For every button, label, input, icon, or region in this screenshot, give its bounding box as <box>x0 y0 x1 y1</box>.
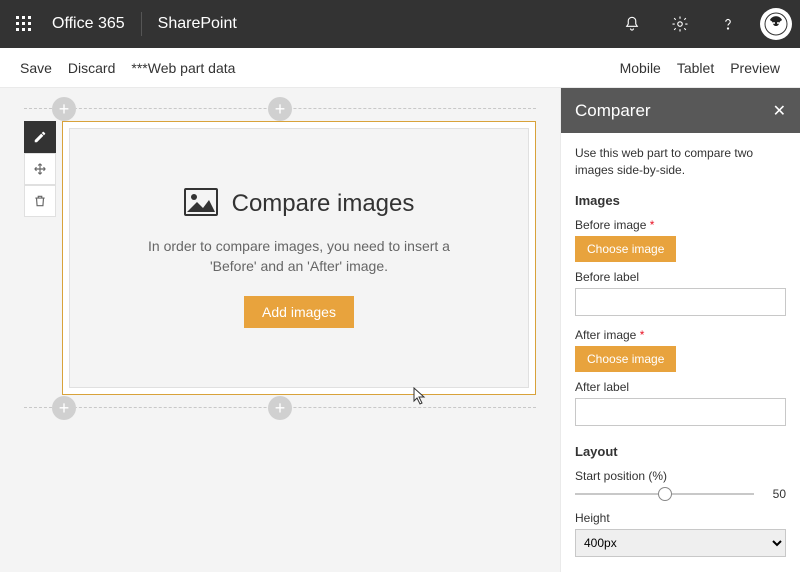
webpart-description: In order to compare images, you need to … <box>139 237 459 276</box>
choose-after-image-button[interactable]: Choose image <box>575 346 676 372</box>
group-layout: Layout <box>575 444 786 459</box>
add-section-icon[interactable]: + <box>52 97 76 121</box>
editor-canvas: + + <box>0 88 560 572</box>
help-icon[interactable] <box>704 0 752 48</box>
tablet-button[interactable]: Tablet <box>677 60 714 76</box>
start-position-slider[interactable] <box>575 493 754 495</box>
webpart-toolbar <box>24 121 56 395</box>
close-panel-icon[interactable]: ✕ <box>773 101 786 121</box>
move-webpart-icon[interactable] <box>24 153 56 185</box>
settings-icon[interactable] <box>656 0 704 48</box>
edit-webpart-icon[interactable] <box>24 121 56 153</box>
start-position-value: 50 <box>762 487 786 501</box>
command-bar: Save Discard ***Web part data Mobile Tab… <box>0 48 800 88</box>
add-section-bottom-icon[interactable]: + <box>52 396 76 420</box>
discard-button[interactable]: Discard <box>68 60 115 76</box>
suite-product: Office 365 <box>48 15 141 33</box>
suite-app-name: SharePoint <box>142 15 253 33</box>
comparer-webpart[interactable]: Compare images In order to compare image… <box>62 121 536 395</box>
after-label-label: After label <box>575 380 786 394</box>
panel-title: Comparer <box>575 101 651 121</box>
add-webpart-bottom-icon[interactable]: + <box>268 396 292 420</box>
before-image-label: Before image * <box>575 218 786 232</box>
add-images-button[interactable]: Add images <box>244 296 354 328</box>
image-placeholder-icon <box>184 188 218 221</box>
user-avatar[interactable] <box>760 8 792 40</box>
start-position-label: Start position (%) <box>575 469 786 483</box>
after-label-input[interactable] <box>575 398 786 426</box>
height-select[interactable]: 400px <box>575 529 786 557</box>
webpart-title: Compare images <box>232 190 415 218</box>
save-button[interactable]: Save <box>20 60 52 76</box>
add-webpart-top-icon[interactable]: + <box>268 97 292 121</box>
app-launcher-icon[interactable] <box>0 0 48 48</box>
before-label-label: Before label <box>575 270 786 284</box>
group-images: Images <box>575 193 786 208</box>
suite-bar: Office 365 SharePoint <box>0 0 800 48</box>
preview-button[interactable]: Preview <box>730 60 780 76</box>
panel-header: Comparer ✕ <box>561 88 800 133</box>
webpart-data-button[interactable]: ***Web part data <box>131 60 235 76</box>
delete-webpart-icon[interactable] <box>24 185 56 217</box>
property-panel: Comparer ✕ Use this web part to compare … <box>560 88 800 572</box>
choose-before-image-button[interactable]: Choose image <box>575 236 676 262</box>
panel-description: Use this web part to compare two images … <box>575 145 786 179</box>
height-label: Height <box>575 511 786 525</box>
before-label-input[interactable] <box>575 288 786 316</box>
after-image-label: After image * <box>575 328 786 342</box>
notifications-icon[interactable] <box>608 0 656 48</box>
mobile-button[interactable]: Mobile <box>620 60 661 76</box>
